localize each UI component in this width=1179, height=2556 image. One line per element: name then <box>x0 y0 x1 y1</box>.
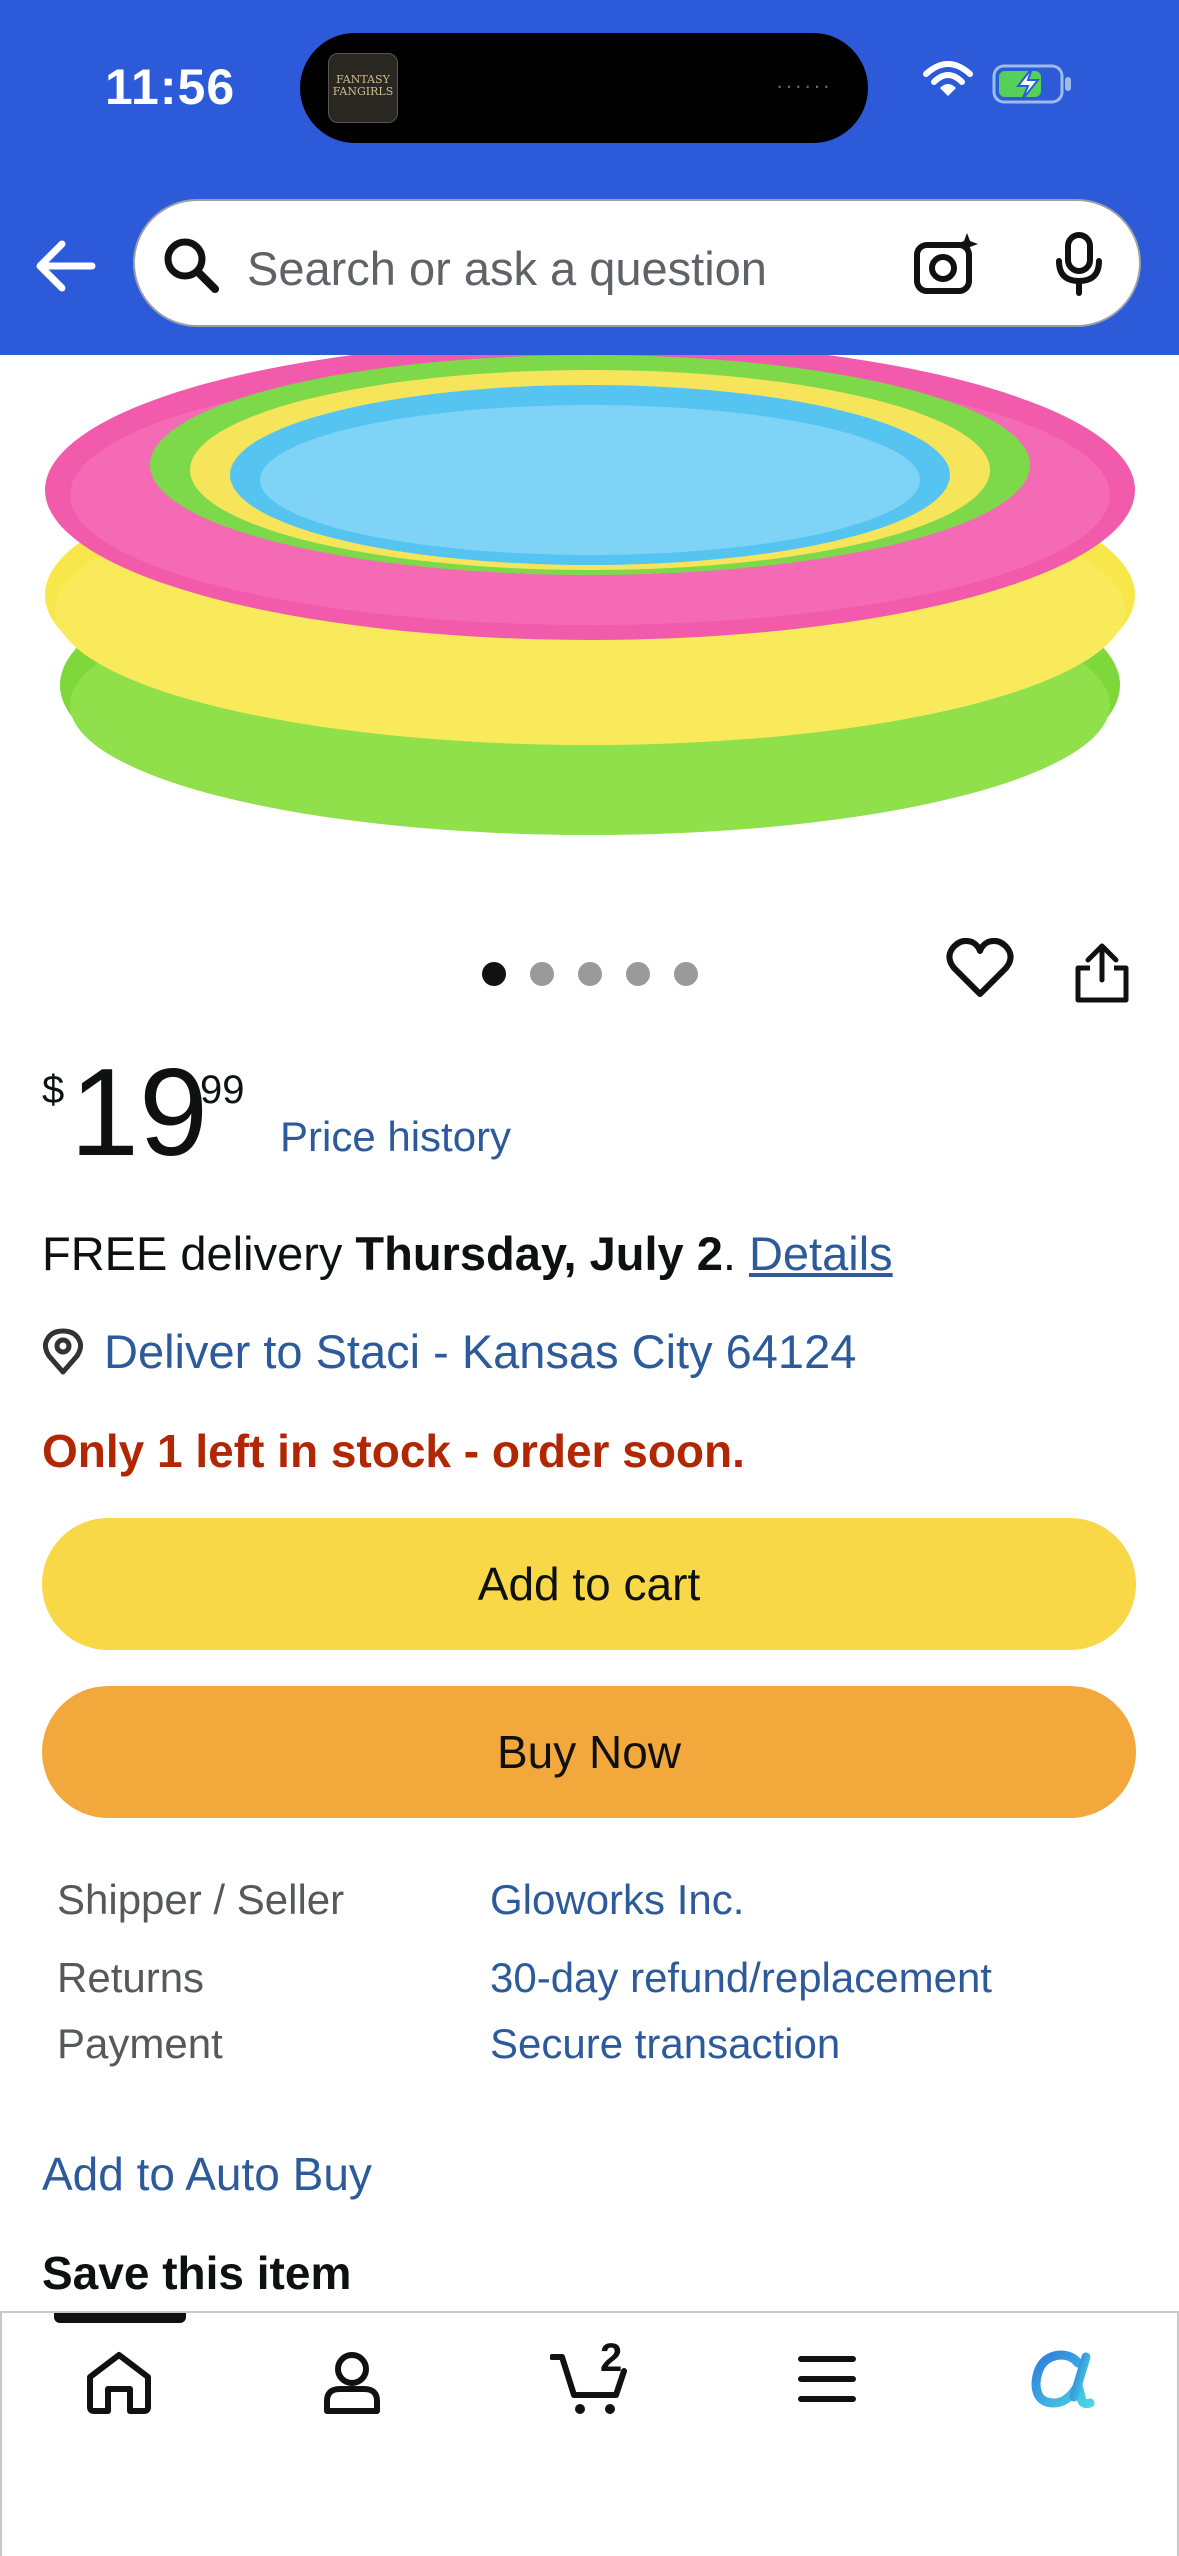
add-to-cart-button[interactable]: Add to cart <box>42 1518 1136 1650</box>
status-time: 11:56 <box>105 59 236 115</box>
stock-warning: Only 1 left in stock - order soon. <box>42 1425 745 1477</box>
account-icon[interactable] <box>322 2349 382 2415</box>
returns-link[interactable]: 30-day refund/replacement <box>490 1954 992 2002</box>
carousel-dot[interactable] <box>482 962 506 986</box>
price-fraction: 99 <box>200 1068 245 1112</box>
cart-count-badge: 2 <box>600 2336 623 2380</box>
buy-now-button[interactable]: Buy Now <box>42 1686 1136 1818</box>
active-tab-indicator <box>54 2313 186 2323</box>
carousel-dot[interactable] <box>578 962 602 986</box>
microphone-icon[interactable] <box>1053 231 1105 297</box>
payment-label: Payment <box>57 2020 223 2067</box>
product-image[interactable] <box>40 355 1140 875</box>
back-arrow-icon[interactable] <box>34 238 96 294</box>
image-carousel-indicator[interactable] <box>482 962 698 986</box>
heart-icon[interactable] <box>946 938 1014 1000</box>
add-to-auto-buy-link[interactable]: Add to Auto Buy <box>42 2147 372 2201</box>
delivery-info: FREE delivery Thursday, July 2. Details <box>42 1226 893 1281</box>
price-currency: $ <box>42 1068 65 1112</box>
app-badge: FANTASY FANGIRLS <box>328 53 398 123</box>
search-bar[interactable]: Search or ask a question <box>133 199 1141 327</box>
delivery-prefix: FREE delivery <box>42 1227 343 1280</box>
deliver-to-location[interactable]: Deliver to Staci - Kansas City 64124 <box>42 1324 856 1379</box>
delivery-details-link[interactable]: Details <box>749 1227 893 1280</box>
price-history-link[interactable]: Price history <box>280 1113 511 1161</box>
bottom-tab-bar <box>0 2311 1179 2556</box>
carousel-dot[interactable] <box>530 962 554 986</box>
island-dots: ······ <box>776 73 832 98</box>
shipper-seller-label: Shipper / Seller <box>57 1876 345 1923</box>
deliver-to-text[interactable]: Deliver to Staci - Kansas City 64124 <box>104 1324 856 1379</box>
seller-link[interactable]: Gloworks Inc. <box>490 1876 744 1924</box>
payment-link[interactable]: Secure transaction <box>490 2020 840 2068</box>
dynamic-island: FANTASY FANGIRLS ······ <box>300 33 868 143</box>
home-icon[interactable] <box>84 2349 154 2415</box>
returns-label: Returns <box>57 1954 205 2001</box>
carousel-dot[interactable] <box>626 962 650 986</box>
save-item-heading: Save this item <box>42 2247 352 2299</box>
share-icon[interactable] <box>1072 940 1132 1006</box>
camera-lens-icon[interactable] <box>913 231 981 297</box>
app-header: 11:56 FANTASY FANGIRLS ······ Search or … <box>0 0 1179 355</box>
price-whole: 19 <box>70 1044 208 1182</box>
search-input[interactable]: Search or ask a question <box>247 241 767 296</box>
delivery-period: . <box>722 1227 736 1280</box>
rufus-assistant-icon[interactable] <box>1028 2349 1096 2409</box>
battery-charging-icon <box>992 64 1071 104</box>
location-pin-icon <box>42 1328 84 1374</box>
delivery-date: Thursday, July 2 <box>355 1227 723 1280</box>
carousel-dot[interactable] <box>674 962 698 986</box>
search-icon <box>164 238 219 293</box>
wifi-icon <box>923 61 973 96</box>
menu-icon[interactable] <box>798 2349 856 2409</box>
